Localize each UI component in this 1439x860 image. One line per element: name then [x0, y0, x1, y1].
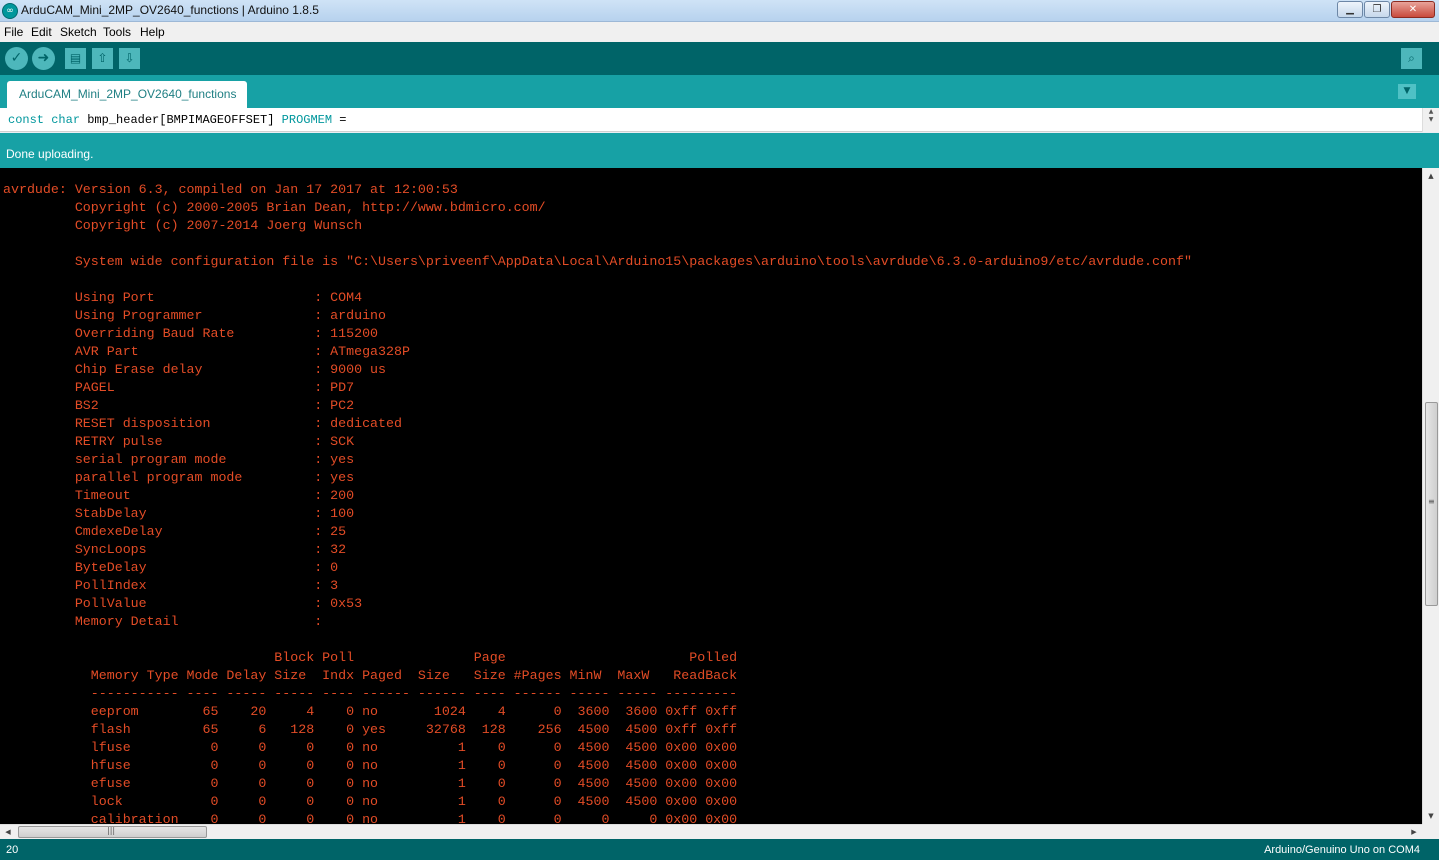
menu-sketch[interactable]: Sketch [60, 25, 97, 39]
console-line: SyncLoops : 32 [3, 542, 347, 557]
board-port-label: Arduino/Genuino Uno on COM4 [1264, 844, 1420, 856]
console-line: Overriding Baud Rate : 115200 [3, 326, 379, 341]
editor-scrollbar[interactable]: ▲ ▼ [1422, 108, 1439, 132]
tab-menu-button[interactable]: ▼ [1398, 84, 1416, 99]
menu-file[interactable]: File [4, 25, 23, 39]
grip-icon: ≡ [1428, 497, 1435, 506]
console-line: hfuse 0 0 0 0 no 1 0 0 4500 4500 0x00 0x… [3, 758, 738, 773]
console-line: Using Programmer : arduino [3, 308, 387, 323]
magnifier-icon: ⌕ [1408, 51, 1415, 65]
console-horizontal-scrollbar[interactable]: ◀ ||| ▶ [0, 824, 1422, 839]
console-line: Memory Type Mode Delay Size Indx Paged S… [3, 668, 738, 683]
upload-button[interactable]: ➜ [32, 47, 55, 70]
console-line: serial program mode : yes [3, 452, 355, 467]
console-text: avrdude: Version 6.3, compiled on Jan 17… [3, 181, 1192, 824]
close-button[interactable]: ✕ [1391, 1, 1435, 18]
console-line: RETRY pulse : SCK [3, 434, 355, 449]
grip-icon: ||| [107, 826, 116, 835]
console-line: AVR Part : ATmega328P [3, 344, 410, 359]
scroll-up-icon[interactable]: ▲ [1423, 168, 1439, 184]
chevron-down-icon: ▼ [1403, 86, 1411, 96]
console-line: flash 65 6 128 0 yes 32768 128 256 4500 … [3, 722, 738, 737]
keyword-progmem: PROGMEM [281, 113, 333, 127]
console-line: PollIndex : 3 [3, 578, 339, 593]
console-line: avrdude: Version 6.3, compiled on Jan 17… [3, 182, 458, 197]
serial-monitor-button[interactable]: ⌕ [1401, 48, 1422, 69]
console-line: lfuse 0 0 0 0 no 1 0 0 4500 4500 0x00 0x… [3, 740, 738, 755]
tab-sketch[interactable]: ArduCAM_Mini_2MP_OV2640_functions [7, 81, 247, 108]
console-line: RESET disposition : dedicated [3, 416, 402, 431]
console-line: Copyright (c) 2007-2014 Joerg Wunsch [3, 218, 363, 233]
window-controls: ▁ ❐ ✕ [1336, 1, 1435, 18]
menu-help[interactable]: Help [140, 25, 165, 39]
arrow-right-icon: ➜ [37, 50, 50, 66]
window-title: ArduCAM_Mini_2MP_OV2640_functions | Ardu… [21, 3, 319, 17]
console-line: StabDelay : 100 [3, 506, 355, 521]
console-line: Timeout : 200 [3, 488, 355, 503]
code-identifier: bmp_header[BMPIMAGEOFFSET] [80, 113, 282, 127]
title-bar: ∞ ArduCAM_Mini_2MP_OV2640_functions | Ar… [0, 0, 1439, 22]
new-sketch-button[interactable]: ▤ [65, 48, 86, 69]
horizontal-scroll-thumb[interactable]: ||| [18, 826, 207, 838]
console-line: Using Port : COM4 [3, 290, 363, 305]
save-sketch-button[interactable]: ⇩ [119, 48, 140, 69]
console-line: efuse 0 0 0 0 no 1 0 0 4500 4500 0x00 0x… [3, 776, 738, 791]
scroll-down-icon[interactable]: ▼ [1423, 808, 1439, 824]
scroll-right-icon[interactable]: ▶ [1406, 825, 1422, 840]
arrow-up-icon: ⇧ [97, 51, 108, 65]
scroll-left-icon[interactable]: ◀ [0, 825, 16, 840]
tab-bar: ArduCAM_Mini_2MP_OV2640_functions ▼ [0, 75, 1439, 108]
checkmark-icon: ✓ [10, 50, 23, 66]
code-line: const char bmp_header[BMPIMAGEOFFSET] PR… [8, 113, 347, 127]
console-line: ByteDelay : 0 [3, 560, 339, 575]
console-line: ----------- ---- ----- ----- ---- ------… [3, 686, 738, 701]
console-line: Block Poll Page Polled [3, 650, 738, 665]
maximize-button[interactable]: ❐ [1364, 1, 1390, 18]
keyword-const: const [8, 113, 45, 127]
arduino-ide-window: ∞ ArduCAM_Mini_2MP_OV2640_functions | Ar… [0, 0, 1439, 860]
console-line: CmdexeDelay : 25 [3, 524, 347, 539]
footer-bar: 20 Arduino/Genuino Uno on COM4 [0, 839, 1439, 860]
console-line: eeprom 65 20 4 0 no 1024 4 0 3600 3600 0… [3, 704, 738, 719]
menu-edit[interactable]: Edit [31, 25, 52, 39]
scrollbar-corner [1422, 824, 1439, 839]
status-bar: Done uploading. [0, 133, 1439, 168]
scroll-down-icon: ▼ [1428, 116, 1434, 123]
console-line: PAGEL : PD7 [3, 380, 355, 395]
scroll-up-icon: ▲ [1428, 108, 1434, 115]
code-tail: = [332, 113, 347, 127]
toolbar: ✓ ➜ ▤ ⇧ ⇩ ⌕ [0, 42, 1439, 75]
verify-button[interactable]: ✓ [5, 47, 28, 70]
console-line: parallel program mode : yes [3, 470, 355, 485]
console-line: Chip Erase delay : 9000 us [3, 362, 387, 377]
console-line: lock 0 0 0 0 no 1 0 0 4500 4500 0x00 0x0… [3, 794, 738, 809]
keyword-char: char [51, 113, 81, 127]
status-message: Done uploading. [6, 147, 94, 161]
document-icon: ▤ [69, 51, 82, 65]
console-line: System wide configuration file is "C:\Us… [3, 254, 1192, 269]
console-line: BS2 : PC2 [3, 398, 355, 413]
minimize-button[interactable]: ▁ [1337, 1, 1363, 18]
arrow-down-icon: ⇩ [124, 51, 135, 65]
code-editor[interactable]: const char bmp_header[BMPIMAGEOFFSET] PR… [0, 108, 1439, 132]
console-line: PollValue : 0x53 [3, 596, 363, 611]
line-number: 20 [6, 844, 19, 856]
console-line: Memory Detail : [3, 614, 323, 629]
console-line: Copyright (c) 2000-2005 Brian Dean, http… [3, 200, 546, 215]
console-output[interactable]: avrdude: Version 6.3, compiled on Jan 17… [0, 168, 1422, 824]
console-vertical-scrollbar[interactable]: ▲ ≡ ▼ [1422, 168, 1439, 824]
menu-bar: File Edit Sketch Tools Help [0, 22, 1439, 42]
arduino-logo-icon: ∞ [2, 3, 18, 19]
menu-tools[interactable]: Tools [103, 25, 131, 39]
console-line: calibration 0 0 0 0 no 1 0 0 0 0 0x00 0x… [3, 812, 738, 824]
open-sketch-button[interactable]: ⇧ [92, 48, 113, 69]
vertical-scroll-thumb[interactable]: ≡ [1425, 402, 1438, 606]
